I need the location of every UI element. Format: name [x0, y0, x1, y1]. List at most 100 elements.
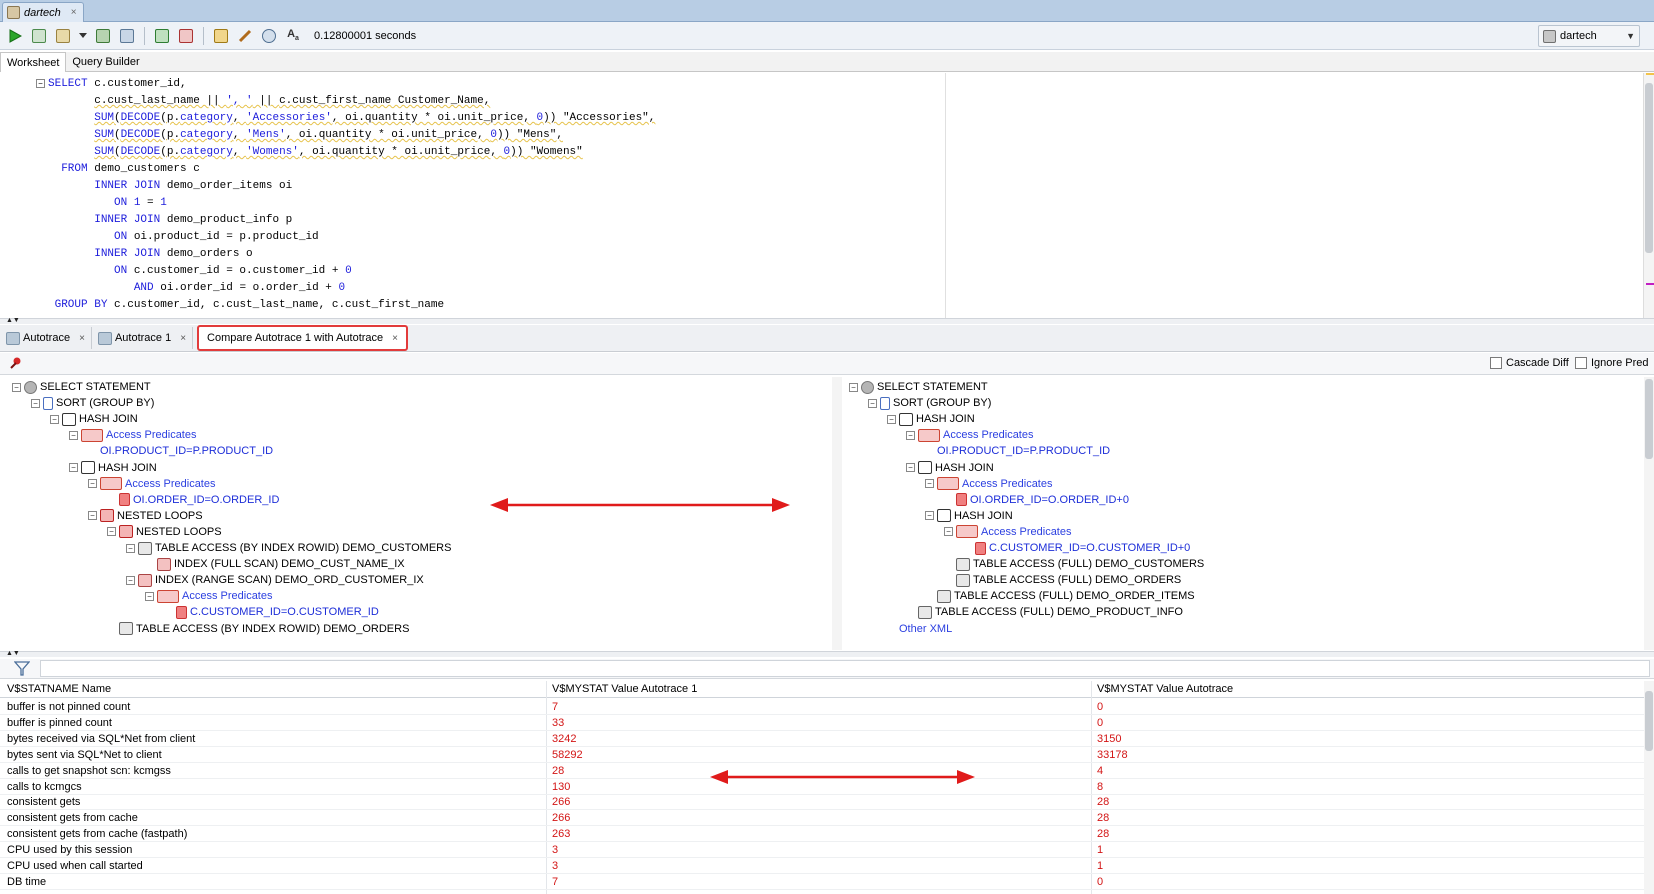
scrollbar-thumb[interactable] [1645, 691, 1653, 751]
plan-tree-node[interactable]: TABLE ACCESS (FULL) DEMO_ORDERS [944, 572, 1181, 588]
plan-tree-node[interactable]: − Access Predicates [944, 524, 1071, 540]
code-line[interactable]: AND oi.order_id = o.order_id + 0 [48, 282, 345, 299]
code-line[interactable]: GROUP BY c.customer_id, c.cust_last_name… [48, 299, 444, 316]
cascade-diff-option[interactable]: Cascade Diff [1490, 357, 1569, 369]
scrollbar-thumb[interactable] [1645, 379, 1653, 459]
close-tab-icon[interactable]: × [71, 7, 77, 18]
table-row[interactable]: consistent gets 266 28 [0, 794, 1644, 811]
rollback-icon[interactable] [177, 27, 195, 45]
code-line[interactable]: ON oi.product_id = p.product_id [48, 231, 319, 248]
code-line[interactable]: INNER JOIN demo_product_info p [48, 214, 292, 231]
autotrace-icon[interactable] [94, 27, 112, 45]
plan-tree-node[interactable]: INDEX (FULL SCAN) DEMO_CUST_NAME_IX [145, 556, 405, 572]
plan-tree-node[interactable]: TABLE ACCESS (BY INDEX ROWID) DEMO_ORDER… [107, 621, 409, 637]
stats-grid[interactable]: V$STATNAME Name V$MYSTAT Value Autotrace… [0, 681, 1644, 894]
table-row[interactable]: buffer is not pinned count 7 0 [0, 699, 1644, 715]
commit-icon[interactable] [54, 27, 72, 45]
tab-compare-autotrace[interactable]: Compare Autotrace 1 with Autotrace × [197, 325, 408, 351]
table-row[interactable]: buffer is pinned count 33 0 [0, 715, 1644, 731]
plan-tree-node[interactable]: − SORT (GROUP BY) [31, 395, 154, 411]
table-row[interactable]: CPU used when call started 3 1 [0, 858, 1644, 874]
expand-toggle-icon[interactable]: − [906, 463, 915, 472]
document-tab-dartech[interactable]: dartech × [2, 2, 84, 22]
plan-tree-node[interactable]: − HASH JOIN [887, 411, 975, 427]
plan-tree-node[interactable]: − Access Predicates [925, 476, 1052, 492]
expand-toggle-icon[interactable]: − [31, 398, 40, 408]
table-row[interactable]: DB time 7 0 [0, 874, 1644, 890]
run-script-icon[interactable] [30, 27, 48, 45]
plan-tree-node[interactable]: − HASH JOIN [925, 508, 1013, 524]
plan-tree-node[interactable]: − SELECT STATEMENT [849, 379, 988, 395]
code-line[interactable]: ON c.customer_id = o.customer_id + 0 [48, 265, 352, 282]
expand-toggle-icon[interactable]: − [50, 414, 59, 424]
plan-tree-node[interactable]: TABLE ACCESS (FULL) DEMO_CUSTOMERS [944, 556, 1204, 572]
code-line[interactable]: c.cust_last_name || ', ' || c.cust_first… [48, 95, 490, 112]
plan-tree-node[interactable]: − Access Predicates [906, 427, 1033, 443]
plan-tree-node[interactable]: − INDEX (RANGE SCAN) DEMO_ORD_CUSTOMER_IX [126, 572, 424, 588]
column-header-autotrace[interactable]: V$MYSTAT Value Autotrace [1097, 683, 1233, 695]
code-line[interactable]: FROM demo_customers c [48, 163, 200, 180]
expand-toggle-icon[interactable]: − [925, 479, 934, 489]
right-plan-tree[interactable]: − SELECT STATEMENT − SORT (GROUP BY) − HASH J… [845, 377, 1642, 650]
expand-toggle-icon[interactable]: − [944, 527, 953, 537]
plan-tree-node[interactable]: C.CUSTOMER_ID=O.CUSTOMER_ID+0 [963, 540, 1190, 556]
plan-tree-node[interactable]: − NESTED LOOPS [107, 524, 222, 540]
code-line[interactable]: SUM(DECODE(p.category, 'Accessories', oi… [48, 112, 655, 129]
plan-tree-node[interactable]: − Access Predicates [88, 476, 215, 492]
left-tree-scrollbar[interactable] [832, 377, 842, 650]
code-line[interactable]: INNER JOIN demo_order_items oi [48, 180, 292, 197]
expand-toggle-icon[interactable]: − [925, 511, 934, 521]
expand-toggle-icon[interactable]: − [849, 382, 858, 392]
tree-splitter[interactable]: ▲▼ [0, 650, 1654, 657]
close-tab-icon[interactable]: × [180, 333, 186, 344]
table-row[interactable]: CPU used by this session 3 1 [0, 842, 1644, 859]
explain-plan-icon[interactable] [118, 27, 136, 45]
code-line[interactable]: INNER JOIN demo_orders o [48, 248, 252, 265]
expand-toggle-icon[interactable]: − [906, 430, 915, 440]
tab-autotrace-1[interactable]: Autotrace 1 × [92, 327, 194, 349]
connection-select[interactable]: dartech ▼ [1538, 25, 1640, 47]
expand-toggle-icon[interactable]: − [69, 463, 78, 472]
expand-toggle-icon[interactable]: − [887, 414, 896, 424]
expand-toggle-icon[interactable]: − [69, 430, 78, 440]
plan-tree-node[interactable]: TABLE ACCESS (FULL) DEMO_PRODUCT_INFO [906, 604, 1183, 620]
table-row[interactable]: bytes received via SQL*Net from client 32… [0, 731, 1644, 747]
split-arrows-icon[interactable]: ▲▼ [6, 650, 20, 657]
editor-splitter[interactable]: ▲▼ [0, 317, 1654, 324]
pin-icon[interactable] [10, 357, 22, 369]
ignore-pred-option[interactable]: Ignore Pred [1575, 357, 1648, 369]
tab-query-builder[interactable]: Query Builder [66, 52, 145, 72]
table-row[interactable]: consistent gets from cache (fastpath) 263… [0, 826, 1644, 843]
plan-tree-node[interactable]: − NESTED LOOPS [88, 508, 203, 524]
plan-tree-node[interactable]: − TABLE ACCESS (BY INDEX ROWID) DEMO_CUST… [126, 540, 451, 556]
clear-icon[interactable] [236, 27, 254, 45]
filter-icon[interactable] [14, 661, 30, 676]
plan-tree-node[interactable]: − Access Predicates [69, 427, 196, 443]
plan-tree-node[interactable]: TABLE ACCESS (FULL) DEMO_ORDER_ITEMS [925, 588, 1195, 604]
fold-toggle-icon[interactable]: − [36, 79, 45, 88]
plan-tree-node[interactable]: C.CUSTOMER_ID=O.CUSTOMER_ID [164, 604, 379, 620]
plan-tree-node[interactable]: − HASH JOIN [906, 460, 994, 476]
filter-input[interactable] [40, 660, 1650, 677]
tab-autotrace[interactable]: Autotrace × [0, 327, 92, 349]
plan-tree-node[interactable]: − HASH JOIN [50, 411, 138, 427]
expand-toggle-icon[interactable]: − [88, 511, 97, 521]
split-arrows-icon[interactable]: ▲▼ [6, 317, 20, 324]
cascade-diff-checkbox[interactable] [1490, 357, 1502, 369]
column-header-name[interactable]: V$STATNAME Name [7, 683, 111, 695]
plan-tree-node[interactable]: OI.PRODUCT_ID=P.PRODUCT_ID [88, 443, 273, 459]
sql-editor[interactable]: − SELECT c.customer_id, c.cust_last_name… [0, 73, 1644, 318]
scrollbar-thumb[interactable] [1645, 83, 1653, 253]
plan-tree-node[interactable]: OI.ORDER_ID=O.ORDER_ID+0 [944, 492, 1129, 508]
expand-toggle-icon[interactable]: − [88, 479, 97, 489]
plan-tree-node[interactable]: − Access Predicates [145, 588, 272, 604]
right-tree-scrollbar[interactable] [1644, 377, 1654, 650]
code-line[interactable]: SELECT c.customer_id, [48, 78, 187, 95]
editor-scrollbar[interactable] [1644, 73, 1654, 318]
commit-changes-icon[interactable] [153, 27, 171, 45]
close-tab-icon[interactable]: × [392, 333, 398, 344]
plan-tree-node[interactable]: − SORT (GROUP BY) [868, 395, 991, 411]
sql-tuning-icon[interactable] [212, 27, 230, 45]
format-icon[interactable]: Aa [284, 27, 302, 45]
plan-tree-node[interactable]: OI.PRODUCT_ID=P.PRODUCT_ID [925, 443, 1110, 459]
